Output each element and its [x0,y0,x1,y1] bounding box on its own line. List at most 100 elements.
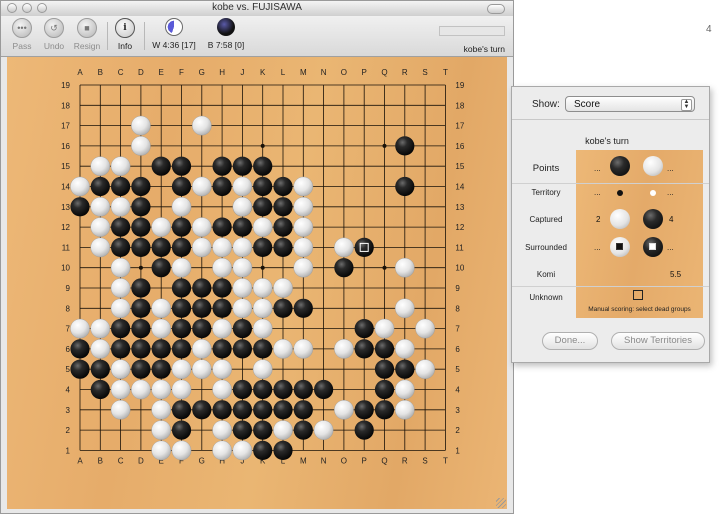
black-stone[interactable] [273,217,293,237]
black-stone[interactable] [374,359,395,379]
white-stone[interactable] [90,318,111,339]
white-stone[interactable] [394,339,415,359]
black-stone[interactable] [293,400,313,420]
black-stone[interactable] [90,379,110,400]
go-board-canvas[interactable]: AABBCCDDEEFFGGHHJJKKLLMMNNOOPPQQRRSSTT19… [7,57,507,509]
white-stone[interactable] [252,318,273,339]
black-stone[interactable] [171,319,192,339]
black-stone[interactable] [171,400,192,420]
white-stone[interactable] [131,379,151,400]
white-stone[interactable] [334,399,354,420]
black-stone[interactable] [151,156,171,176]
white-stone[interactable] [212,237,232,258]
white-stone[interactable] [110,359,131,380]
black-stone[interactable] [253,420,273,440]
white-stone[interactable] [90,237,111,258]
white-stone[interactable] [252,217,273,237]
black-stone[interactable] [171,176,192,197]
black-stone[interactable] [171,420,192,440]
white-stone[interactable] [151,399,171,420]
black-stone[interactable] [131,237,151,257]
white-stone[interactable] [293,217,314,237]
black-stone[interactable] [354,420,374,440]
white-stone[interactable] [131,115,151,136]
black-stone[interactable] [253,379,273,400]
black-stone[interactable] [70,359,90,379]
white-stone[interactable] [293,257,314,278]
show-select[interactable]: Score ▲ ▼ [565,96,695,112]
black-stone[interactable] [232,379,252,400]
white-stone[interactable] [171,257,192,278]
black-stone[interactable] [395,176,415,197]
black-stone[interactable] [212,156,232,176]
black-stone[interactable] [212,176,232,197]
white-stone[interactable] [131,136,151,156]
black-stone[interactable] [151,237,171,257]
black-stone[interactable] [90,176,110,197]
white-stone[interactable] [212,420,232,440]
white-stone[interactable] [212,318,232,339]
info-button[interactable]: i Info [108,18,142,51]
white-stone[interactable] [191,176,212,197]
black-stone[interactable] [151,339,171,359]
black-stone[interactable] [212,217,232,237]
black-stone[interactable] [171,156,192,176]
white-stone[interactable] [394,379,415,400]
resign-button[interactable]: ■ Resign [70,18,104,51]
black-stone[interactable] [253,156,273,176]
pass-button[interactable]: ••• Pass [5,18,39,51]
white-stone[interactable] [212,359,232,380]
white-stone[interactable] [151,298,171,319]
white-stone[interactable] [171,359,192,380]
black-stone[interactable] [293,379,313,400]
white-stone[interactable] [70,318,90,339]
white-stone[interactable] [90,156,111,176]
white-stone[interactable] [252,359,273,380]
black-stone[interactable] [232,217,252,237]
white-stone[interactable] [313,420,334,440]
black-stone[interactable] [111,339,131,359]
white-stone[interactable] [171,379,192,400]
go-board[interactable]: A A B B C C D D E E F F G G H H J J K K L L M M N N O O P P Q Q R R S S T T 19… [7,57,507,509]
white-stone[interactable] [293,196,314,217]
black-stone[interactable] [273,379,293,400]
black-stone[interactable] [273,197,293,217]
black-stone[interactable] [151,359,171,379]
white-stone[interactable] [415,359,435,380]
white-stone[interactable] [374,318,395,339]
black-stone[interactable] [334,258,354,278]
white-stone[interactable] [70,176,90,197]
white-stone[interactable] [394,298,415,319]
black-stone[interactable] [171,298,192,318]
white-stone[interactable] [232,278,253,298]
black-stone[interactable] [212,400,232,420]
white-stone[interactable] [394,257,415,278]
done-button[interactable]: Done... [542,332,598,350]
black-stone[interactable] [111,237,131,257]
black-stone[interactable] [253,339,273,359]
white-stone[interactable] [232,257,253,278]
white-stone[interactable] [110,399,131,420]
black-stone[interactable] [354,237,374,257]
black-stone[interactable] [212,278,232,298]
black-stone[interactable] [171,237,192,257]
black-stone[interactable] [253,400,273,420]
white-stone[interactable] [110,298,131,319]
black-stone[interactable] [131,176,151,197]
white-stone[interactable] [191,115,212,136]
toolbar-toggle-button[interactable] [487,4,505,14]
white-stone[interactable] [110,379,131,400]
black-stone[interactable] [192,319,212,339]
white-stone[interactable] [334,339,354,359]
white-stone[interactable] [293,176,314,197]
black-stone[interactable] [273,176,293,197]
black-stone[interactable] [212,339,232,359]
white-stone[interactable] [191,359,212,380]
white-stone[interactable] [110,156,131,176]
black-stone[interactable] [131,339,151,359]
black-stone[interactable] [273,440,293,460]
black-stone[interactable] [253,237,273,257]
show-territories-button[interactable]: Show Territories [611,332,705,350]
black-stone[interactable] [171,339,192,359]
white-stone[interactable] [171,196,192,217]
